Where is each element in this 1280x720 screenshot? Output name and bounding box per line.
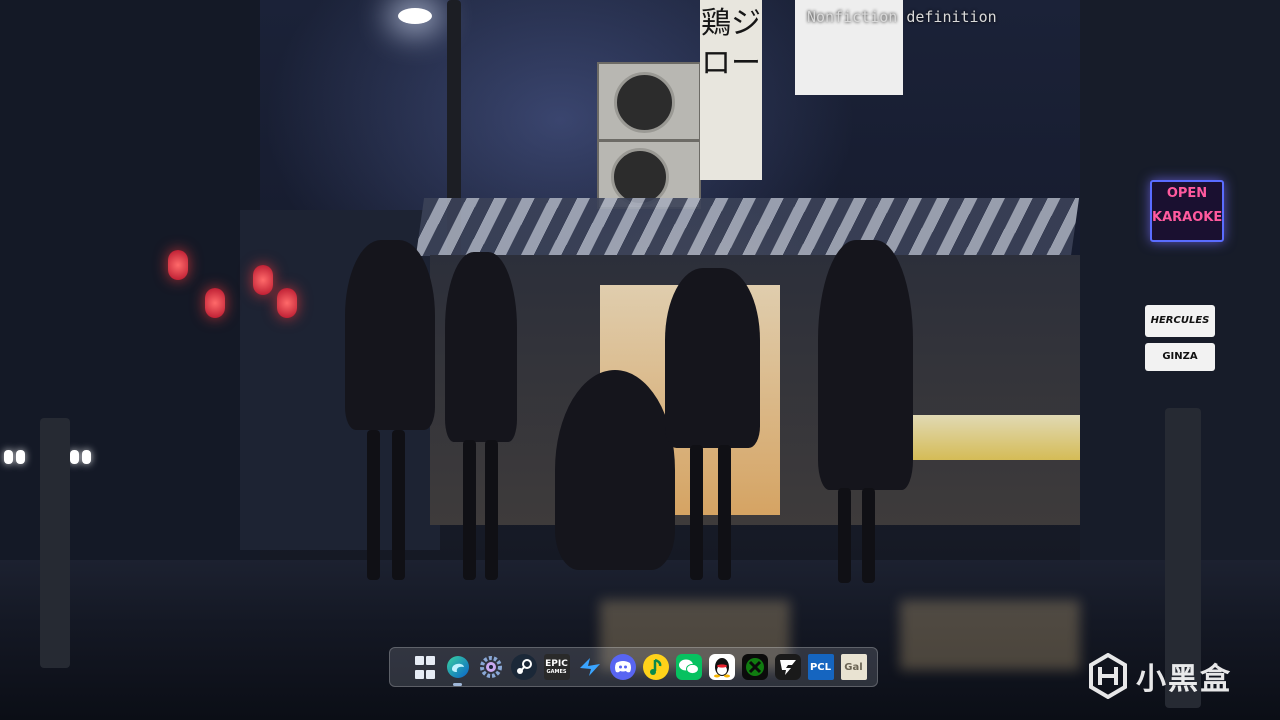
neon-karaoke-text: KARAOKE [1152,210,1223,225]
figure-leg [862,488,875,583]
qq-penguin-icon [708,654,735,680]
gal-label: Gal [844,661,863,673]
figure-silhouette [345,240,435,430]
car-headlight [82,450,91,464]
figure-leg [838,488,851,583]
taskbar-qq-music[interactable] [639,651,672,684]
taskbar-xbox[interactable] [738,651,771,684]
taskbar-discord[interactable] [606,651,639,684]
taskbar-settings[interactable] [474,651,507,684]
figure-silhouette [818,240,913,490]
car-headlight [16,450,25,464]
hercules-sign: HERCULES [1145,305,1215,337]
taskbar-edge[interactable] [441,651,474,686]
games-label: GAMES [546,668,567,675]
desktop-wallpaper: 鶏ジロー OPEN KARAOKE HERCULES GINZA [0,0,1280,720]
taskbar-steam[interactable] [507,651,540,684]
red-lantern [277,288,297,318]
qq-music-icon [642,654,669,680]
figure-silhouette-crouching [555,370,675,570]
discord-icon [609,654,636,680]
bollard [40,418,70,668]
pcl-label: PCL [809,661,832,673]
wechat-icon [675,654,702,680]
taskbar-xunlei[interactable] [573,651,606,684]
edge-icon [445,654,471,680]
taskbar-pcl[interactable]: PCL [804,651,837,684]
windows-start-icon [412,654,438,680]
red-lantern [205,288,225,318]
red-lantern [253,265,273,295]
figure-silhouette [665,268,760,448]
gear-icon [478,654,504,680]
figure-leg [718,445,731,580]
figure-leg [463,440,476,580]
car-headlight [70,450,79,464]
ginza-sign: GINZA [1145,343,1215,371]
taskbar-wechat[interactable] [672,651,705,684]
taskbar-gal[interactable]: Gal [837,651,870,684]
epic-games-icon: EPIC GAMES [543,654,570,680]
figure-silhouette [445,252,517,442]
red-lantern [168,250,188,280]
vertical-shop-banner: 鶏ジロー [700,0,762,180]
steam-icon [510,654,537,680]
figure-leg [392,430,405,580]
car-headlight [4,450,13,464]
pcl-launcher-icon: PCL [807,654,834,680]
street-reflection [900,600,1080,670]
figure-leg [485,440,498,580]
xunlei-bird-icon [577,654,603,680]
taskbar: EPIC GAMES PCL Gal [389,647,878,687]
taskbar-gameviewer[interactable] [771,651,804,684]
epic-label: EPIC [545,658,568,669]
neon-open-text: OPEN [1166,186,1208,201]
figure-leg [690,445,703,580]
window-title-text: Nonfiction definition [807,8,997,26]
striped-awning [415,198,1080,256]
taskbar-qq[interactable] [705,651,738,684]
lightning-g-icon [774,654,801,680]
neon-open-karaoke-sign: OPEN KARAOKE [1150,180,1224,242]
gal-app-icon: Gal [840,654,867,680]
figure-leg [367,430,380,580]
ac-fan [614,72,675,133]
start-button[interactable] [408,651,441,684]
xbox-icon [741,654,768,680]
xiaoheihe-watermark: 小黑盒 [1088,653,1232,699]
street-lamp [398,8,432,24]
xiaoheihe-logo-icon [1089,653,1127,699]
left-building [0,0,260,560]
taskbar-epic-games[interactable]: EPIC GAMES [540,651,573,684]
ac-unit-top [597,62,701,141]
watermark-text: 小黑盒 [1136,662,1232,697]
